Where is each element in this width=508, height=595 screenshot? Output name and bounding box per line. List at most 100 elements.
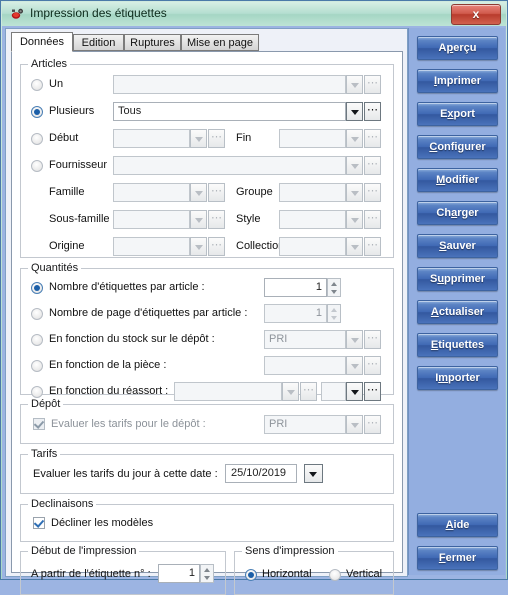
browse-button-fournisseur[interactable]: ⋯ <box>364 156 381 175</box>
input-famille[interactable] <box>113 183 190 202</box>
browse-button-sous-famille[interactable]: ⋯ <box>208 210 225 229</box>
group-depot: Dépôt Evaluer les tarifs pour le dépôt :… <box>20 398 394 444</box>
input-plusieurs[interactable]: Tous <box>113 102 346 121</box>
input-collection[interactable] <box>279 237 346 256</box>
input-reassort-secondary[interactable] <box>321 382 346 401</box>
configurer-button[interactable]: Configurer <box>417 135 498 159</box>
group-articles-title: Articles <box>28 58 71 70</box>
close-button[interactable]: x <box>451 4 501 25</box>
combo-arrow-date-tarifs[interactable] <box>304 464 323 483</box>
combo-arrow-reassort[interactable] <box>282 382 299 401</box>
label-vertical: Vertical <box>346 568 383 580</box>
browse-button-debut[interactable]: ⋯ <box>208 129 225 148</box>
combo-arrow-piece[interactable] <box>346 356 363 375</box>
tab-ruptures[interactable]: Ruptures <box>124 34 181 51</box>
input-origine[interactable] <box>113 237 190 256</box>
etiquettes-button[interactable]: Etiquettes <box>417 333 498 357</box>
browse-button-origine[interactable]: ⋯ <box>208 237 225 256</box>
input-debut-etiquette[interactable]: 1 <box>158 564 200 583</box>
browse-button-famille[interactable]: ⋯ <box>208 183 225 202</box>
actualiser-button[interactable]: Actualiser <box>417 300 498 324</box>
input-groupe[interactable] <box>279 183 346 202</box>
combo-arrow-fin[interactable] <box>346 129 363 148</box>
combo-arrow-groupe[interactable] <box>346 183 363 202</box>
spinner-nombre-etiquettes[interactable] <box>327 278 341 297</box>
tab-donnees[interactable]: Données <box>11 32 73 52</box>
combo-arrow-fournisseur[interactable] <box>346 156 363 175</box>
supprimer-button[interactable]: Supprimer <box>417 267 498 291</box>
input-nombre-pages[interactable]: 1 <box>264 304 327 323</box>
browse-button-piece[interactable]: ⋯ <box>364 356 381 375</box>
radio-debut[interactable] <box>31 133 43 145</box>
combo-arrow-depot[interactable] <box>346 415 363 434</box>
radio-reassort[interactable] <box>31 386 43 398</box>
sauver-button[interactable]: Sauver <box>417 234 498 258</box>
label-evaluer-tarifs-depot: Evaluer les tarifs pour le dépôt : <box>51 418 206 430</box>
checkbox-evaluer-tarifs-depot[interactable] <box>33 418 45 430</box>
input-debut[interactable] <box>113 129 190 148</box>
charger-button[interactable]: Charger <box>417 201 498 225</box>
combo-arrow-un[interactable] <box>346 75 363 94</box>
radio-fournisseur[interactable] <box>31 160 43 172</box>
label-nombre-pages: Nombre de page d'étiquettes par article … <box>49 307 248 319</box>
browse-button-un[interactable]: ⋯ <box>364 75 381 94</box>
browse-button-style[interactable]: ⋯ <box>364 210 381 229</box>
input-style[interactable] <box>279 210 346 229</box>
aide-button[interactable]: Aide <box>417 513 498 537</box>
radio-un[interactable] <box>31 79 43 91</box>
browse-button-depot[interactable]: ⋯ <box>364 415 381 434</box>
browse-button-groupe[interactable]: ⋯ <box>364 183 381 202</box>
browse-button-stock-depot[interactable]: ⋯ <box>364 330 381 349</box>
input-date-tarifs[interactable]: 25/10/2019 <box>225 464 297 483</box>
checkbox-decliner-modeles[interactable] <box>33 517 45 529</box>
radio-nombre-pages[interactable] <box>31 308 43 320</box>
export-button[interactable]: Export <box>417 102 498 126</box>
combo-arrow-reassort-secondary[interactable] <box>346 382 363 401</box>
label-decliner-modeles: Décliner les modèles <box>51 517 154 529</box>
tab-edition[interactable]: Edition <box>73 34 124 51</box>
imprimer-button[interactable]: Imprimer <box>417 69 498 93</box>
input-depot[interactable]: PRI <box>264 415 346 434</box>
modifier-button[interactable]: Modifier <box>417 168 498 192</box>
input-piece[interactable] <box>264 356 346 375</box>
combo-arrow-sous-famille[interactable] <box>190 210 207 229</box>
input-fournisseur[interactable] <box>113 156 346 175</box>
spinner-debut-etiquette[interactable] <box>200 564 214 583</box>
spinner-nombre-pages[interactable] <box>327 304 341 323</box>
combo-arrow-style[interactable] <box>346 210 363 229</box>
browse-button-fin[interactable]: ⋯ <box>364 129 381 148</box>
group-sens-impression-title: Sens d'impression <box>242 545 338 557</box>
apercu-button[interactable]: Aperçu <box>417 36 498 60</box>
importer-button[interactable]: Importer <box>417 366 498 390</box>
group-articles: Articles Un ⋯ Plusieurs Tous ⋯ Début ⋯ F… <box>20 58 394 258</box>
combo-arrow-famille[interactable] <box>190 183 207 202</box>
group-debut-impression: Début de l'impression A partir de l'étiq… <box>20 545 226 595</box>
combo-arrow-debut[interactable] <box>190 129 207 148</box>
combo-arrow-plusieurs[interactable] <box>346 102 363 121</box>
radio-plusieurs[interactable] <box>31 106 43 118</box>
fermer-button[interactable]: Fermer <box>417 546 498 570</box>
input-stock-depot[interactable]: PRI <box>264 330 346 349</box>
radio-horizontal[interactable] <box>245 569 257 581</box>
radio-piece[interactable] <box>31 360 43 372</box>
title-bar: Impression des étiquettes x <box>2 2 506 27</box>
tab-mise-en-page[interactable]: Mise en page <box>181 34 259 51</box>
dialog-window: Impression des étiquettes x Données Edit… <box>0 0 508 595</box>
input-un[interactable] <box>113 75 346 94</box>
combo-arrow-collection[interactable] <box>346 237 363 256</box>
input-fin[interactable] <box>279 129 346 148</box>
input-sous-famille[interactable] <box>113 210 190 229</box>
combo-arrow-stock-depot[interactable] <box>346 330 363 349</box>
combo-arrow-origine[interactable] <box>190 237 207 256</box>
input-nombre-etiquettes[interactable]: 1 <box>264 278 327 297</box>
browse-button-reassort-secondary[interactable]: ⋯ <box>364 382 381 401</box>
client-area: Données Edition Ruptures Mise en page Ar… <box>2 26 506 595</box>
radio-stock-depot[interactable] <box>31 334 43 346</box>
input-reassort[interactable] <box>174 382 282 401</box>
browse-button-plusieurs[interactable]: ⋯ <box>364 102 381 121</box>
radio-vertical[interactable] <box>329 569 341 581</box>
browse-button-collection[interactable]: ⋯ <box>364 237 381 256</box>
browse-button-reassort[interactable]: ⋯ <box>300 382 317 401</box>
label-nombre-etiquettes: Nombre d'étiquettes par article : <box>49 281 205 293</box>
radio-nombre-etiquettes[interactable] <box>31 282 43 294</box>
